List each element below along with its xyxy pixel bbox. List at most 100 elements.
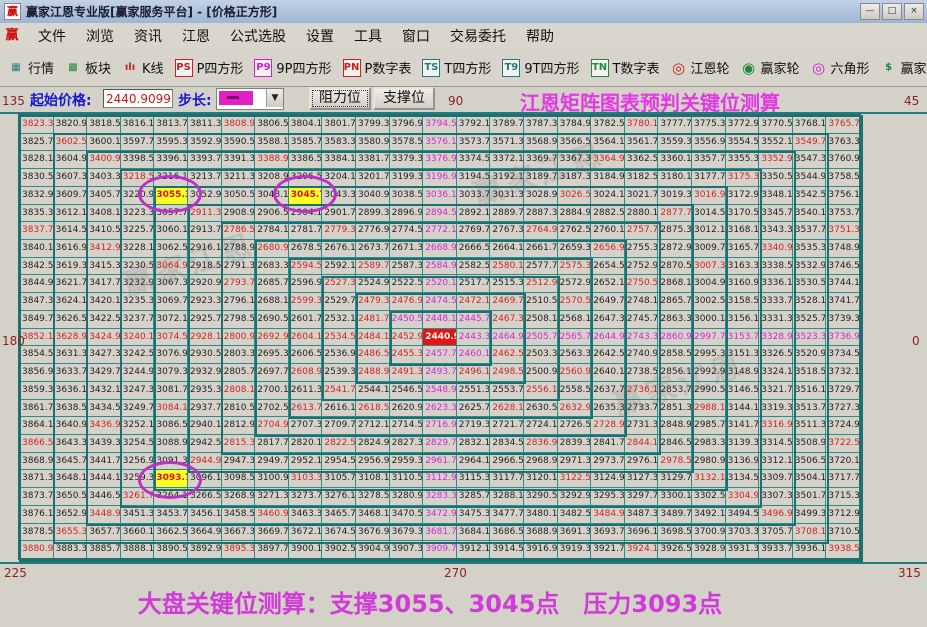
toolbar-button-赢家轮[interactable]: ◉ 赢家轮: [741, 58, 800, 78]
key-level-cell: 3045.70: [288, 186, 322, 204]
grid-cell: 3302.50: [691, 488, 725, 505]
dropdown-arrow-icon[interactable]: ▼: [266, 89, 283, 107]
grid-cell: 2882.50: [591, 204, 624, 222]
grid-cell: 2532.10: [322, 310, 355, 328]
grid-cell: 3813.70: [154, 116, 187, 133]
grid-cell: 3820.90: [53, 116, 87, 133]
grid-cell: 3468.10: [355, 505, 389, 523]
grid-cell: 2455.30: [389, 346, 423, 364]
grid-cell: 3187.30: [557, 169, 591, 186]
grid-cell: 3914.50: [490, 541, 523, 558]
grid-cell: 2524.90: [355, 275, 389, 293]
toolbar-button-K线[interactable]: ılı K线: [122, 58, 164, 78]
toolbar-button-P数字表[interactable]: PN P数字表: [342, 58, 411, 77]
grid-cell: 3662.50: [154, 523, 187, 541]
toolbar-button-T四方形[interactable]: TS T四方形: [422, 58, 491, 77]
toolbar-button-T数字表[interactable]: TN T数字表: [590, 58, 660, 77]
grid-cell: 3796.90: [389, 116, 423, 133]
grid-cell: 3115.30: [456, 470, 490, 488]
grid-cell: 3801.70: [322, 116, 355, 133]
grid-cell: 3002.50: [691, 293, 725, 310]
grid-cell: 2812.90: [221, 417, 255, 434]
toolbar-button-P四方形[interactable]: PS P四方形: [174, 58, 243, 77]
menu-item-窗口[interactable]: 窗口: [392, 24, 440, 48]
menu-item-工具[interactable]: 工具: [344, 24, 392, 48]
step-style-swatch: [219, 91, 253, 105]
bottom-rule: [0, 562, 927, 564]
grid-cell: 3326.50: [759, 346, 792, 364]
grid-cell: 2896.90: [389, 204, 423, 222]
kline-icon: ılı: [124, 61, 136, 73]
close-button[interactable]: ×: [904, 3, 924, 20]
toolbar-button-板块[interactable]: ▩ 板块: [65, 58, 111, 78]
gann-wheel-icon: ◎: [671, 58, 686, 77]
grid-cell: 2472.10: [456, 293, 490, 310]
grid-cell: 2625.70: [456, 399, 490, 417]
grid-cell: 3436.90: [87, 417, 120, 434]
support-button[interactable]: 支撑位: [373, 87, 435, 110]
grid-cell: 3856.90: [20, 364, 53, 381]
menu-item-设置[interactable]: 设置: [296, 24, 344, 48]
toolbar-button-赢家服务[interactable]: $ 赢家服务: [881, 58, 927, 78]
toolbar-button-六角形[interactable]: ◎ 六角形: [811, 58, 870, 78]
grid-cell: 3583.30: [322, 133, 355, 151]
sectors-icon: ▩: [68, 61, 78, 73]
grid-cell: 2736.10: [624, 381, 658, 399]
grid-cell: 2704.90: [255, 417, 288, 434]
grid-cell: 2872.90: [658, 240, 691, 257]
grid-cell: 3127.30: [624, 470, 658, 488]
grid-cell: 3928.90: [691, 541, 725, 558]
grid-cell: 3684.10: [456, 523, 490, 541]
toolbar-button-行情[interactable]: ▦ 行情: [8, 58, 54, 78]
grid-cell: 2664.10: [490, 240, 523, 257]
grid-cell: 2865.70: [658, 293, 691, 310]
menu-item-浏览[interactable]: 浏览: [76, 24, 124, 48]
grid-cell: 2985.70: [691, 417, 725, 434]
menu-item-文件[interactable]: 文件: [28, 24, 76, 48]
menu-item-公式选股[interactable]: 公式选股: [220, 24, 296, 48]
toolbar-button-江恩轮[interactable]: ◎ 江恩轮: [671, 58, 730, 78]
grid-cell: 3780.10: [624, 116, 658, 133]
menu-item-资讯[interactable]: 资讯: [124, 24, 172, 48]
grid-cell: 3763.30: [826, 133, 859, 151]
minimize-button[interactable]: —: [860, 3, 880, 20]
grid-cell: 3038.50: [389, 186, 423, 204]
grid-cell: 3739.30: [826, 310, 859, 328]
grid-cell: 3537.70: [792, 222, 826, 240]
grid-cell: 3832.90: [20, 186, 53, 204]
grid-cell: 2820.10: [288, 434, 322, 452]
grid-cell: 3448.90: [87, 505, 120, 523]
resistance-button[interactable]: 阻力位: [309, 87, 371, 110]
grid-cell: 3676.90: [355, 523, 389, 541]
grid-cell: 3067.30: [154, 275, 187, 293]
grid-cell: 2558.50: [557, 381, 591, 399]
grid-cell: 2522.50: [389, 275, 423, 293]
grid-cell: 3784.90: [557, 116, 591, 133]
grid-cell: 2942.50: [187, 434, 221, 452]
grid-cell: 2481.70: [355, 310, 389, 328]
grid-cell: 2541.70: [322, 381, 355, 399]
grid-cell: 2839.30: [557, 434, 591, 452]
grid-cell: 2937.70: [187, 399, 221, 417]
grid-cell: 3753.70: [826, 204, 859, 222]
maximize-button[interactable]: □: [882, 3, 902, 20]
toolbar-button-9T四方形[interactable]: T9 9T四方形: [502, 58, 580, 77]
toolbar-button-9P四方形[interactable]: P9 9P四方形: [254, 58, 332, 77]
grid-cell: 2604.10: [288, 328, 322, 346]
grid-cell: 2584.90: [423, 257, 456, 275]
menu-item-交易委托[interactable]: 交易委托: [440, 24, 516, 48]
step-dropdown[interactable]: ▼: [216, 88, 284, 110]
menu-item-江恩[interactable]: 江恩: [172, 24, 220, 48]
grid-cell: 2916.10: [187, 240, 221, 257]
start-price-input[interactable]: [103, 89, 173, 108]
grid-cell: 3669.70: [255, 523, 288, 541]
grid-cell: 2678.50: [288, 240, 322, 257]
menu-item-帮助[interactable]: 帮助: [516, 24, 564, 48]
grid-cell: 3331.30: [759, 310, 792, 328]
grid-cell: 3141.70: [725, 417, 759, 434]
grid-cell: 3379.30: [389, 151, 423, 169]
grid-cell: 2611.30: [288, 381, 322, 399]
grid-cell: 3696.10: [624, 523, 658, 541]
grid-cell: 3136.90: [725, 452, 759, 470]
grid-cell: 3000.10: [691, 310, 725, 328]
